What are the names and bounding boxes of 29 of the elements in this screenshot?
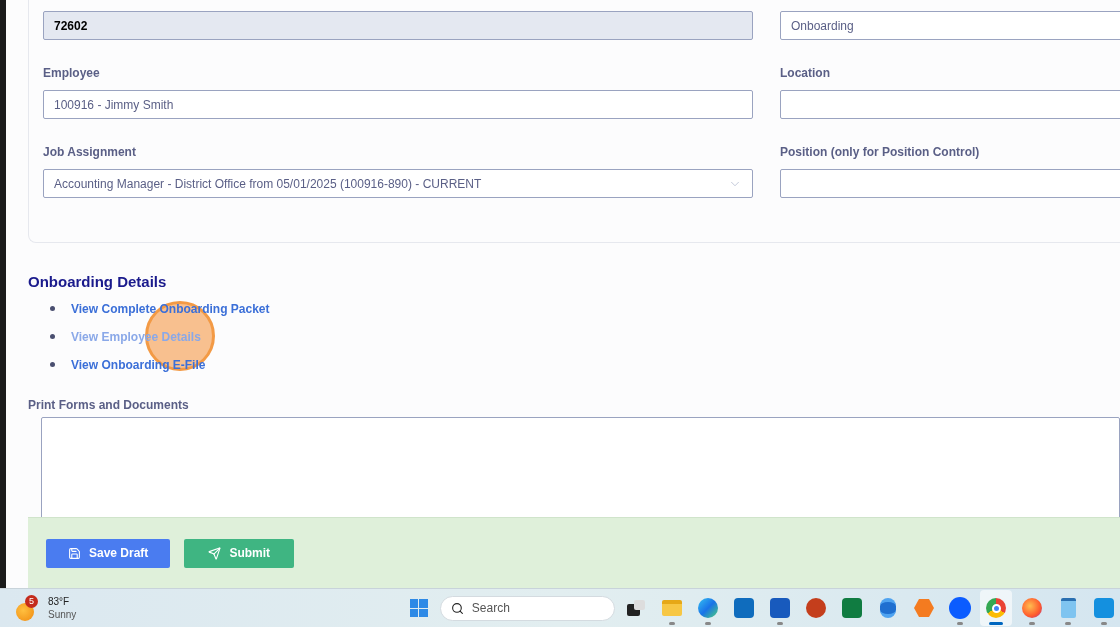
save-icon [68, 546, 81, 560]
bullet-icon [50, 306, 55, 311]
weather-widget[interactable]: 5 [16, 595, 38, 621]
send-icon [208, 546, 222, 560]
search-field[interactable]: Search [439, 595, 615, 621]
field-label: Job Assignment [43, 144, 137, 159]
section-heading: Onboarding Details [28, 272, 168, 292]
field-label: Print Forms and Documents [28, 396, 190, 414]
input-field[interactable]: Onboarding [780, 11, 1120, 40]
temperature: 83°F [48, 595, 71, 608]
notepad-icon [1060, 598, 1076, 618]
field-label: Location [780, 65, 831, 80]
bullet-icon [50, 334, 55, 339]
input-field[interactable]: 100916 - Jimmy Smith [43, 90, 753, 119]
input-field[interactable]: 72602 [43, 11, 753, 40]
weather-condition: Sunny [48, 608, 77, 621]
select-field[interactable]: Accounting Manager - District Office from 05/01/2025 (100916-890) - CURRENT [43, 169, 753, 198]
start-icon[interactable] [409, 599, 428, 617]
search-icon [450, 601, 464, 615]
input-field[interactable] [780, 90, 1120, 119]
folder-icon [662, 600, 682, 616]
notification-badge: 5 [25, 595, 38, 608]
sun-icon [16, 603, 34, 621]
save-draft-button[interactable]: Save Draft [46, 538, 171, 568]
bullet-icon [50, 362, 55, 367]
field-label: Employee [43, 65, 101, 80]
field-label: Position (only for Position Control) [780, 144, 981, 159]
database-icon [880, 598, 896, 618]
input-field[interactable] [780, 169, 1120, 198]
